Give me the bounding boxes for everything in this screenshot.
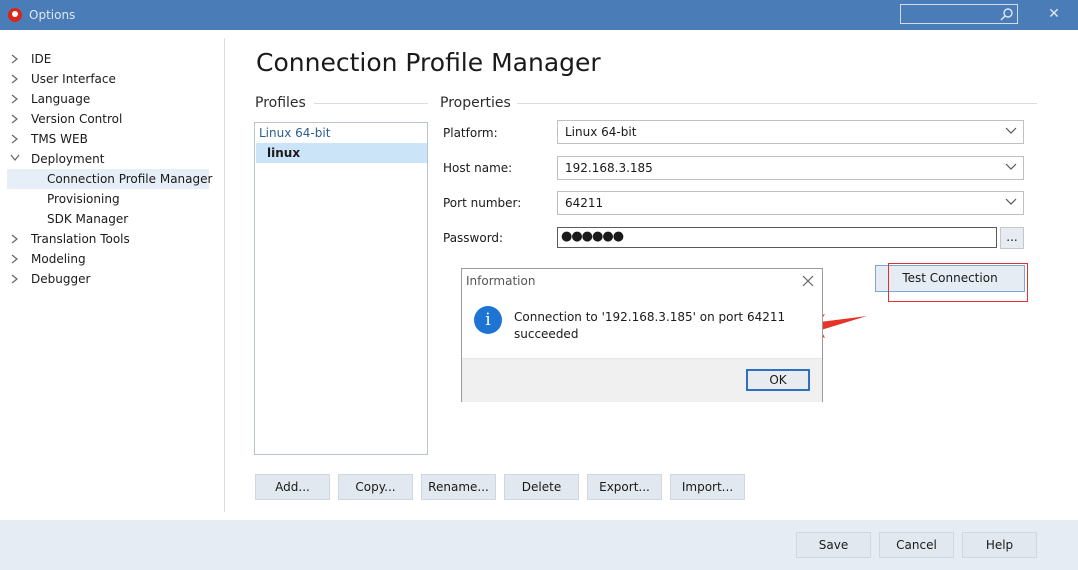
tree-item-tms-web[interactable]: TMS WEB <box>31 129 88 149</box>
list-item-profile[interactable]: linux <box>256 143 427 163</box>
tree-item-modeling[interactable]: Modeling <box>31 249 86 269</box>
tree-item-label: Connection Profile Manager <box>47 172 213 186</box>
platform-value: Linux 64-bit <box>565 125 637 139</box>
cancel-button[interactable]: Cancel <box>879 532 954 558</box>
tree-item-language[interactable]: Language <box>31 89 90 109</box>
search-icon <box>1000 8 1013 21</box>
dialog-message: Connection to '192.168.3.185' on port 64… <box>514 310 786 341</box>
save-button[interactable]: Save <box>796 532 871 558</box>
chevron-down-icon <box>1005 198 1017 205</box>
password-browse-button[interactable]: ... <box>1000 227 1024 249</box>
platform-label: Platform: <box>443 126 498 140</box>
host-label: Host name: <box>443 161 513 175</box>
chevron-right-icon[interactable] <box>11 69 21 89</box>
tree-item-ide[interactable]: IDE <box>31 49 51 69</box>
port-label: Port number: <box>443 196 522 210</box>
tree-item-provisioning[interactable]: Provisioning <box>47 189 120 209</box>
information-dialog: Information i Connection to '192.168.3.1… <box>461 268 823 402</box>
tree-item-version-control[interactable]: Version Control <box>31 109 122 129</box>
host-select[interactable]: 192.168.3.185 <box>557 156 1024 180</box>
port-value: 64211 <box>565 196 604 210</box>
rename-button[interactable]: Rename... <box>421 474 496 500</box>
chevron-right-icon[interactable] <box>11 129 21 149</box>
add-button[interactable]: Add... <box>255 474 330 500</box>
ok-button[interactable]: OK <box>746 369 810 391</box>
delete-button[interactable]: Delete <box>504 474 579 500</box>
close-icon[interactable] <box>800 273 816 289</box>
chevron-right-icon[interactable] <box>11 249 21 269</box>
dialog-title: Information <box>466 274 536 288</box>
annotation-highlight-box <box>888 263 1028 302</box>
port-select[interactable]: 64211 <box>557 191 1024 215</box>
properties-heading: Properties <box>440 95 511 111</box>
help-button[interactable]: Help <box>962 532 1037 558</box>
import-button[interactable]: Import... <box>670 474 745 500</box>
password-label: Password: <box>443 231 504 245</box>
close-icon[interactable]: ✕ <box>1046 6 1062 22</box>
tree-item-debugger[interactable]: Debugger <box>31 269 90 289</box>
tree-item-deployment[interactable]: Deployment <box>31 149 104 169</box>
chevron-right-icon[interactable] <box>11 229 21 249</box>
chevron-right-icon[interactable] <box>11 109 21 129</box>
chevron-right-icon[interactable] <box>11 89 21 109</box>
app-icon <box>8 8 22 22</box>
chevron-down-icon <box>1005 163 1017 170</box>
tree-item-user-interface[interactable]: User Interface <box>31 69 116 89</box>
search-input[interactable] <box>900 4 1018 24</box>
window-title: Options <box>29 8 76 22</box>
info-icon: i <box>474 306 502 334</box>
export-button[interactable]: Export... <box>587 474 662 500</box>
chevron-down-icon[interactable] <box>10 149 20 169</box>
list-item-platform-group[interactable]: Linux 64-bit <box>256 123 429 143</box>
copy-button[interactable]: Copy... <box>338 474 413 500</box>
host-value: 192.168.3.185 <box>565 161 653 175</box>
divider <box>517 103 1037 104</box>
chevron-down-icon <box>1005 127 1017 134</box>
divider <box>314 103 428 104</box>
tree-item-sdk-manager[interactable]: SDK Manager <box>47 209 128 229</box>
chevron-right-icon[interactable] <box>11 269 21 289</box>
tree-item-connection-profile-manager[interactable]: Connection Profile Manager <box>7 169 213 189</box>
platform-select[interactable]: Linux 64-bit <box>557 120 1024 144</box>
page-title: Connection Profile Manager <box>256 48 601 77</box>
divider[interactable] <box>224 38 225 512</box>
tree-item-translation-tools[interactable]: Translation Tools <box>31 229 130 249</box>
profiles-heading: Profiles <box>255 95 306 111</box>
profiles-list[interactable]: Linux 64-bit linux <box>254 122 428 455</box>
chevron-right-icon[interactable] <box>11 49 21 69</box>
password-field[interactable]: ●●●●●● <box>557 227 997 248</box>
dialog-footer: OK <box>462 358 822 402</box>
